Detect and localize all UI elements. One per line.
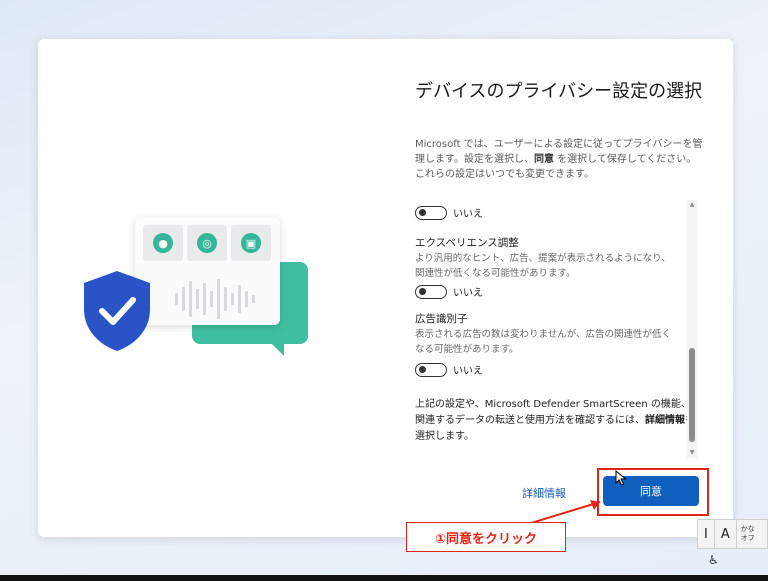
ime-mode-i[interactable]: I	[698, 520, 715, 548]
mouse-cursor-icon	[615, 470, 627, 486]
privacy-illustration: ● ◎ ▣	[84, 214, 310, 364]
ad-id-toggle[interactable]	[415, 362, 447, 377]
description-bold-agree: 同意	[534, 154, 554, 165]
experience-setting-description: より汎用的なヒント、広告、提案が表示されるようになり、関連性が低くなる可能性があ…	[415, 253, 671, 279]
previous-setting-toggle-label: いいえ	[453, 209, 483, 220]
footer-bold-more-info: 詳細情報	[645, 415, 685, 426]
experience-setting-title: エクスペリエンス調整	[415, 237, 519, 249]
settings-scroll-area[interactable]: いいえ エクスペリエンス調整 より汎用的なヒント、広告、提案が表示されるようにな…	[415, 199, 705, 461]
ime-mode-a[interactable]: A	[715, 520, 737, 548]
previous-setting-toggle[interactable]	[415, 205, 447, 220]
page-title: デバイスのプライバシー設定の選択	[415, 81, 703, 102]
settings-footer-text: 上記の設定や、Microsoft Defender SmartScreen の機…	[415, 397, 695, 445]
privacy-dialog: ● ◎ ▣ デバイスのプライバシー設定の選択 Microsoft では、ユーザー…	[38, 39, 733, 537]
ime-indicator[interactable]: I A かな オフ	[697, 519, 768, 549]
previous-setting-toggle-row: いいえ	[415, 205, 483, 220]
experience-toggle[interactable]	[415, 284, 447, 299]
ime-kana-line1: かな	[740, 525, 755, 533]
ad-id-toggle-row: いいえ	[415, 362, 483, 377]
ime-kana-line2: オフ	[740, 534, 755, 542]
experience-toggle-row: いいえ	[415, 284, 483, 299]
ad-id-toggle-label: いいえ	[453, 366, 483, 377]
dialog-description: Microsoft では、ユーザーによる設定に従ってプライバシーを管理します。設…	[415, 137, 705, 182]
scroll-down-arrow-icon[interactable]: ▼	[689, 450, 695, 456]
sound-wave-icon	[175, 279, 255, 319]
annotation-callout: ①同意をクリック	[406, 522, 566, 552]
agree-button-highlight	[597, 468, 709, 516]
shield-check-icon	[84, 271, 150, 351]
chat-bubble-tail	[270, 342, 284, 356]
accessibility-icon[interactable]: ♿	[708, 553, 719, 567]
ad-id-setting-title: 広告識別子	[415, 313, 468, 325]
experience-toggle-label: いいえ	[453, 288, 483, 299]
location-pin-icon: ●	[143, 225, 183, 261]
settings-scrollbar[interactable]: ▲ ▼	[687, 200, 697, 458]
scrollbar-thumb[interactable]	[689, 348, 695, 442]
lock-icon: ▣	[231, 225, 271, 261]
illustration-card: ● ◎ ▣	[135, 217, 280, 325]
bottom-bar	[0, 575, 768, 581]
ad-id-setting-description: 表示される広告の数は変わりませんが、広告の関連性が低くなる可能性があります。	[415, 329, 672, 355]
scroll-up-arrow-icon[interactable]: ▲	[689, 202, 695, 208]
ime-kana-status[interactable]: かな オフ	[737, 525, 755, 543]
fingerprint-icon: ◎	[187, 225, 227, 261]
